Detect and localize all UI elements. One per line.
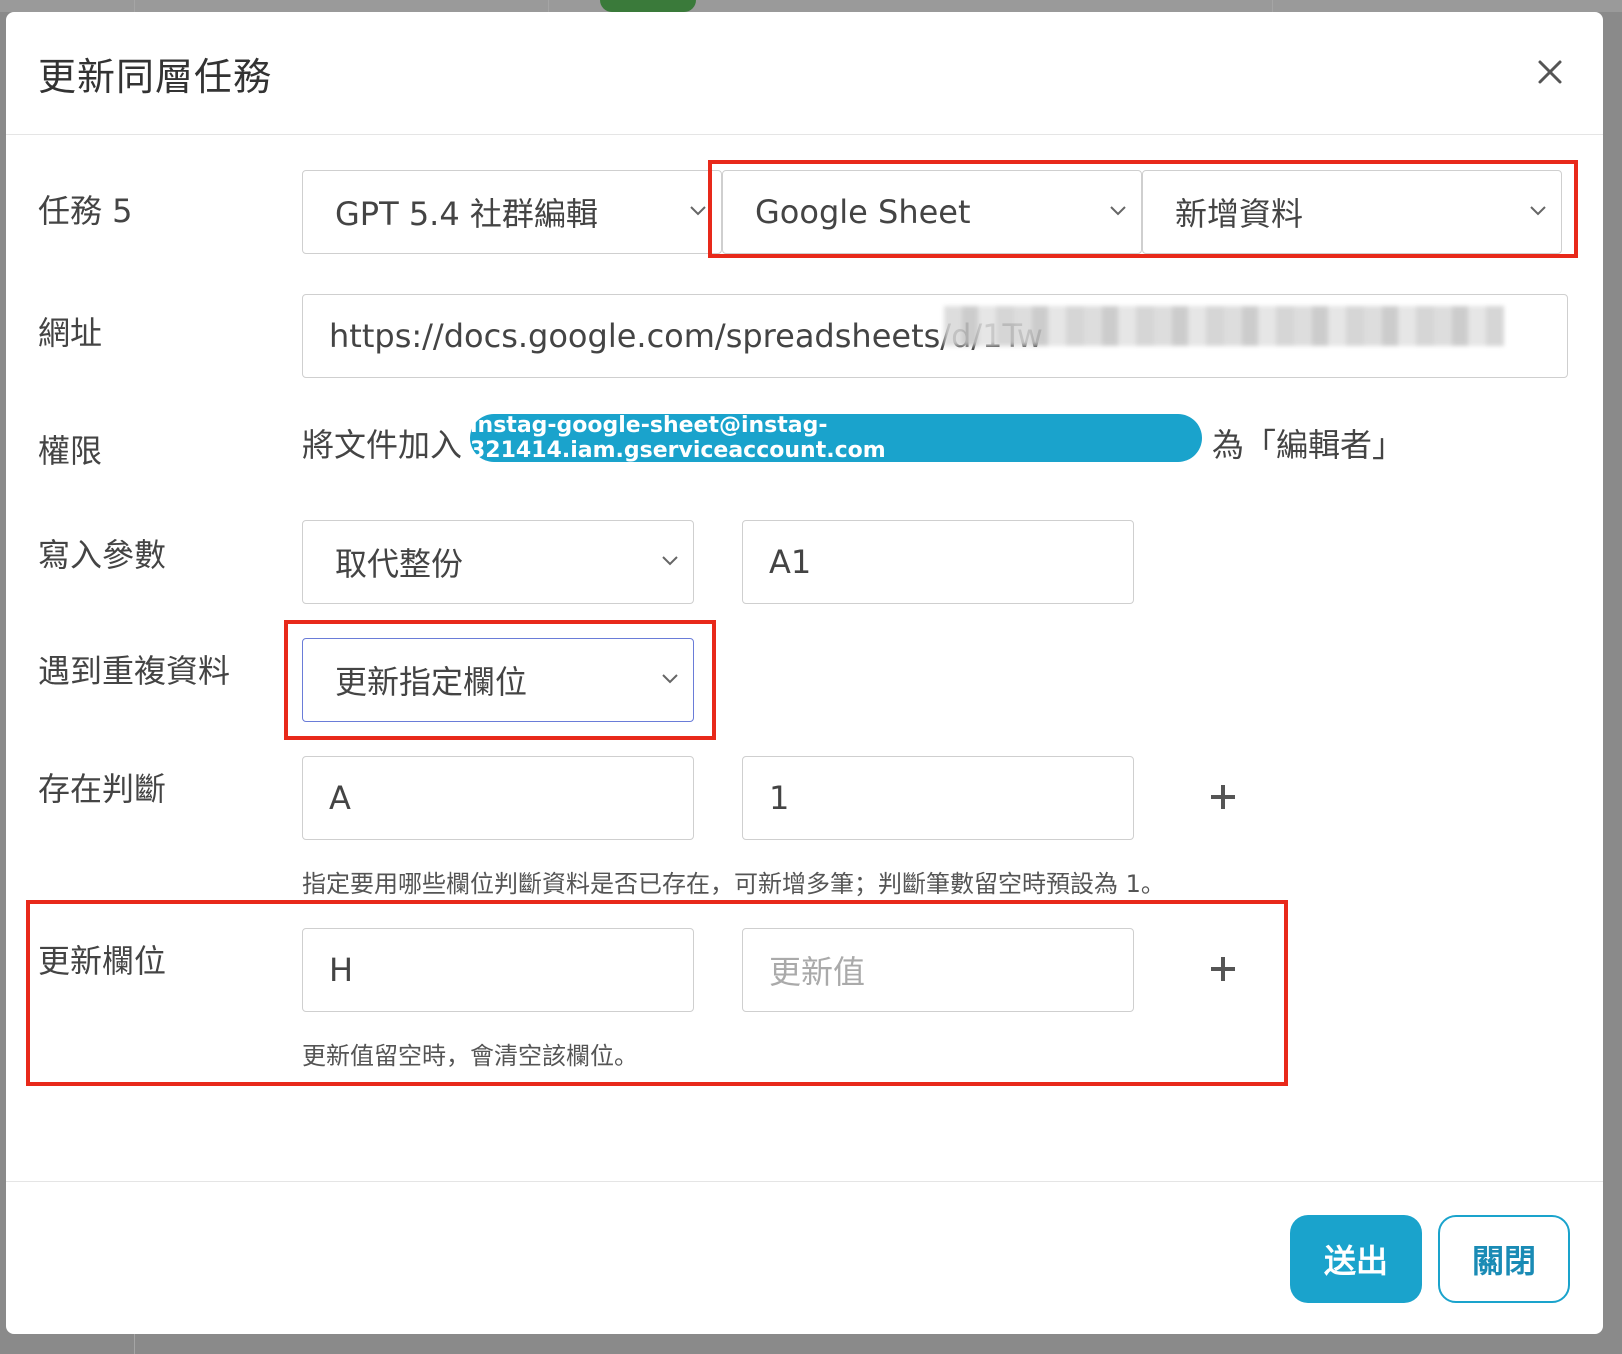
service-select[interactable]: Google Sheet bbox=[722, 170, 1142, 254]
start-cell-input[interactable]: A1 bbox=[742, 520, 1134, 604]
background-divider bbox=[134, 0, 135, 12]
update-column-input[interactable]: H bbox=[302, 928, 694, 1012]
update-column-input-value: H bbox=[329, 951, 354, 989]
background-divider bbox=[1272, 0, 1273, 12]
footer-divider bbox=[6, 1181, 1603, 1182]
service-account-email-badge: instag-google-sheet@instag-321414.iam.gs… bbox=[470, 413, 1202, 463]
action-select-value: 新增資料 bbox=[1175, 195, 1304, 233]
action-select[interactable]: 新增資料 bbox=[1142, 170, 1562, 254]
close-icon bbox=[1538, 60, 1562, 84]
exists-column-input-value: A bbox=[329, 779, 351, 817]
start-cell-input-value: A1 bbox=[769, 543, 812, 581]
url-label: 網址 bbox=[38, 314, 103, 352]
chevron-down-icon bbox=[1110, 206, 1126, 216]
add-update-field-button[interactable] bbox=[1208, 954, 1238, 984]
duplicate-label: 遇到重複資料 bbox=[38, 652, 231, 690]
chevron-down-icon bbox=[690, 206, 706, 216]
modal-title: 更新同層任務 bbox=[38, 55, 273, 99]
update-value-input[interactable]: 更新值 bbox=[742, 928, 1134, 1012]
url-input-value: https://docs.google.com/spreadsheets/d/1… bbox=[329, 317, 1043, 355]
background-divider bbox=[134, 1334, 135, 1354]
model-select[interactable]: GPT 5.4 社群編輯 bbox=[302, 170, 722, 254]
update-fields-hint: 更新值留空時，會清空該欄位。 bbox=[302, 1042, 638, 1070]
permission-prefix: 將文件加入 bbox=[302, 426, 463, 464]
update-fields-label: 更新欄位 bbox=[38, 942, 167, 980]
exists-check-label: 存在判斷 bbox=[38, 770, 167, 808]
write-mode-select[interactable]: 取代整份 bbox=[302, 520, 694, 604]
exists-count-input-value: 1 bbox=[769, 779, 790, 817]
duplicate-action-select-value: 更新指定欄位 bbox=[335, 663, 528, 701]
write-mode-select-value: 取代整份 bbox=[335, 545, 464, 583]
exists-check-hint: 指定要用哪些欄位判斷資料是否已存在，可新增多筆；判斷筆數留空時預設為 1。 bbox=[302, 870, 1165, 898]
redacted-url-region bbox=[944, 306, 1504, 346]
background-app bbox=[0, 0, 1622, 12]
update-task-modal: 更新同層任務 任務 5 GPT 5.4 社群編輯 Google Sheet 新增… bbox=[6, 12, 1603, 1334]
background-status-badge bbox=[600, 0, 696, 12]
plus-icon bbox=[1211, 957, 1235, 981]
exists-count-input[interactable]: 1 bbox=[742, 756, 1134, 840]
task-label: 任務 5 bbox=[38, 192, 133, 230]
chevron-down-icon bbox=[662, 556, 678, 566]
background-divider bbox=[548, 0, 549, 12]
service-select-value: Google Sheet bbox=[755, 193, 971, 231]
chevron-down-icon bbox=[1530, 206, 1546, 216]
model-select-value: GPT 5.4 社群編輯 bbox=[335, 195, 598, 233]
update-value-placeholder: 更新值 bbox=[769, 953, 866, 991]
chevron-down-icon bbox=[662, 674, 678, 684]
exists-column-input[interactable]: A bbox=[302, 756, 694, 840]
submit-button[interactable]: 送出 bbox=[1290, 1215, 1422, 1303]
add-exists-check-button[interactable] bbox=[1208, 782, 1238, 812]
permission-label: 權限 bbox=[38, 432, 103, 470]
permission-suffix: 為「編輯者」 bbox=[1212, 426, 1405, 464]
close-dialog-button[interactable]: 關閉 bbox=[1438, 1215, 1570, 1303]
plus-icon bbox=[1211, 785, 1235, 809]
close-button[interactable] bbox=[1530, 52, 1570, 92]
write-params-label: 寫入參數 bbox=[38, 536, 167, 574]
modal-header: 更新同層任務 bbox=[6, 12, 1603, 135]
duplicate-action-select[interactable]: 更新指定欄位 bbox=[302, 638, 694, 722]
